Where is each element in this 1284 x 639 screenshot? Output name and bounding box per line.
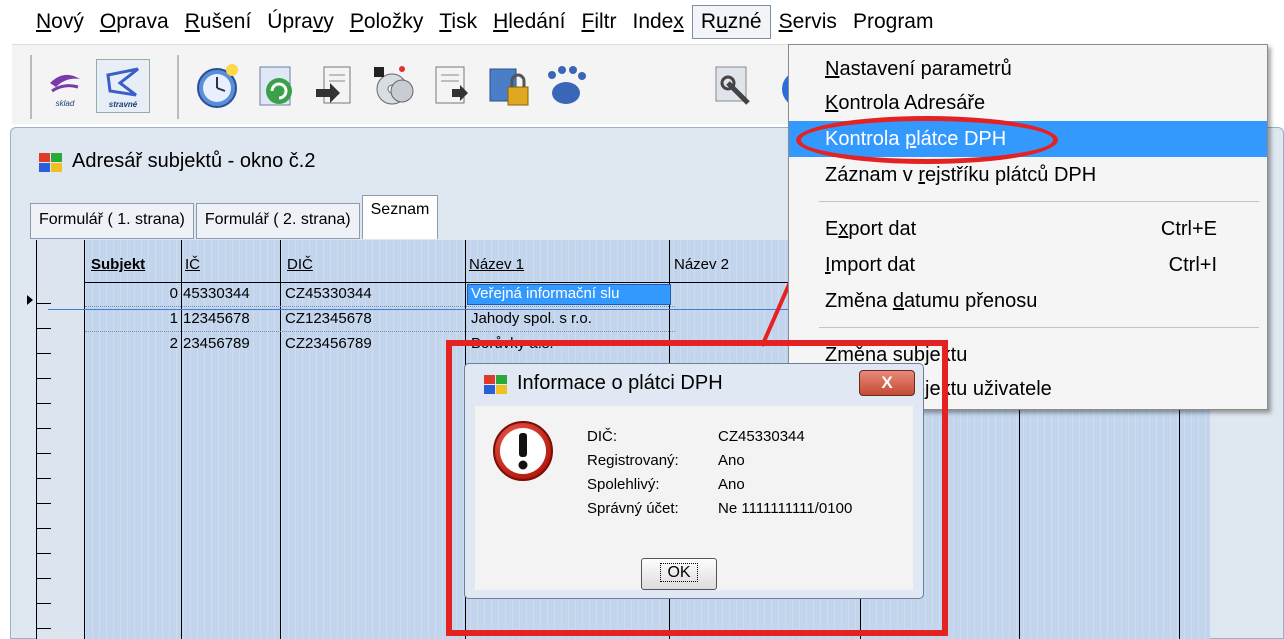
window-title-bar: Adresář subjektů - okno č.2	[38, 150, 315, 173]
cell-ic: 45330344	[183, 285, 250, 302]
menu-upravy[interactable]: Úpravy	[259, 6, 342, 38]
menu-item-import-dat[interactable]: Import dat Ctrl+I	[789, 247, 1267, 283]
menu-program[interactable]: Program	[845, 6, 942, 38]
stravne-label: stravné	[109, 100, 138, 109]
cd-icon	[374, 66, 414, 105]
lock-icon	[489, 68, 529, 106]
tab-formular-1[interactable]: Formulář ( 1. strana)	[30, 203, 194, 239]
cell-dic: CZ45330344	[285, 285, 372, 302]
menu-tisk[interactable]: Tisk	[431, 6, 485, 38]
window-title: Adresář subjektů - okno č.2	[72, 150, 316, 172]
tab-strip: Formulář ( 1. strana) Formulář ( 2. stra…	[30, 195, 440, 239]
menu-item-export-dat[interactable]: Export dat Ctrl+E	[789, 211, 1267, 247]
header-dic[interactable]: DIČ	[287, 256, 313, 273]
footprint-icon	[548, 66, 586, 104]
stravne-button[interactable]: stravné	[96, 59, 150, 113]
row-indicator-column	[37, 240, 85, 639]
menu-separator	[819, 201, 1259, 202]
lock-button[interactable]	[482, 59, 536, 113]
menu-servis[interactable]: Servis	[771, 6, 845, 38]
menu-item-kontrola-adresare[interactable]: Kontrola Adresáře	[789, 85, 1267, 121]
menu-oprava[interactable]: Oprava	[92, 6, 177, 38]
menu-item-nastaveni-parametru[interactable]: Nastavení parametrů	[789, 51, 1267, 87]
header-nazev-1[interactable]: Název 1	[469, 256, 524, 273]
menu-polozky[interactable]: Položky	[342, 6, 432, 38]
refresh-button[interactable]	[250, 59, 304, 113]
sklad-icon: sklad	[50, 74, 80, 108]
sklad-button[interactable]: sklad	[38, 59, 92, 113]
app-window-icon	[39, 152, 62, 172]
cell-subjekt: 0	[169, 285, 178, 302]
annotation-ellipse	[796, 116, 1058, 164]
cell-nazev-1: Veřejná informační slu	[467, 284, 671, 305]
menu-item-zaznam-v-rejstriku[interactable]: Záznam v rejstříku plátců DPH	[789, 157, 1267, 193]
refresh-icon	[259, 66, 292, 106]
menu-item-zmena-datumu-prenosu[interactable]: Změna datumu přenosu	[789, 283, 1267, 319]
cd-button[interactable]	[366, 59, 420, 113]
menu-bar: Nový Oprava Rušení Úpravy Položky Tisk H…	[0, 0, 1284, 44]
document-arrow-icon	[316, 66, 351, 104]
menu-index[interactable]: Index	[624, 6, 691, 38]
annotation-rectangle	[446, 340, 948, 636]
cell-subjekt: 1	[169, 310, 178, 327]
document-export-icon	[435, 66, 468, 104]
import-doc-button[interactable]	[308, 59, 362, 113]
menu-separator	[819, 327, 1259, 328]
toolbar: sklad stravné	[12, 44, 912, 124]
cell-subjekt: 2	[169, 335, 178, 352]
settings-button[interactable]	[706, 59, 760, 113]
cell-dic: CZ12345678	[285, 310, 372, 327]
toolbar-grip	[30, 55, 32, 119]
tab-seznam[interactable]: Seznam	[361, 195, 439, 239]
menu-ruzne[interactable]: Ruzné	[691, 5, 771, 39]
cell-nazev-1: Jahody spol. s r.o.	[471, 310, 592, 327]
cell-ic: 23456789	[183, 335, 250, 352]
footprint-button[interactable]	[540, 59, 594, 113]
current-row-pointer-icon	[27, 295, 33, 305]
menu-filtr[interactable]: Filtr	[573, 6, 624, 38]
export-doc-button[interactable]	[424, 59, 478, 113]
sklad-label: sklad	[56, 99, 75, 108]
clock-button[interactable]	[190, 59, 244, 113]
shortcut-ctrl-i: Ctrl+I	[1168, 254, 1217, 276]
toolbar-separator	[177, 55, 179, 119]
menu-novy[interactable]: Nový	[28, 6, 92, 38]
tools-icon	[715, 66, 750, 105]
cell-dic: CZ23456789	[285, 335, 372, 352]
clock-icon	[197, 64, 238, 108]
tab-formular-2[interactable]: Formulář ( 2. strana)	[195, 203, 360, 239]
header-ic[interactable]: IČ	[185, 256, 200, 273]
shortcut-ctrl-e: Ctrl+E	[1160, 218, 1217, 240]
menu-ruseni[interactable]: Rušení	[177, 6, 260, 38]
stravne-icon: stravné	[106, 67, 139, 109]
header-subjekt[interactable]: Subjekt	[91, 256, 145, 273]
cell-ic: 12345678	[183, 310, 250, 327]
menu-hledani[interactable]: Hledání	[485, 6, 573, 38]
header-nazev-2[interactable]: Název 2	[674, 256, 729, 273]
